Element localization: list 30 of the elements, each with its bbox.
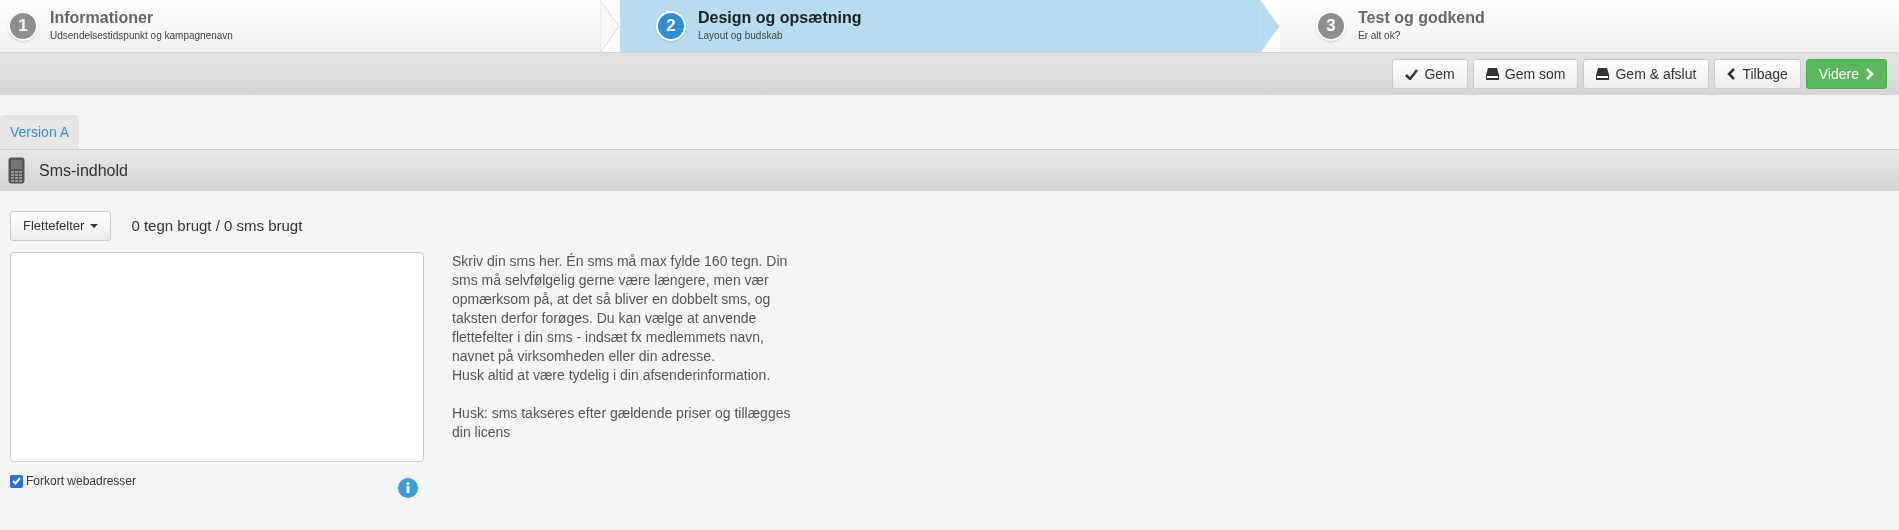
step-number: 1: [8, 11, 38, 41]
step-title: Test og godkend: [1358, 8, 1485, 28]
drive-icon: [1596, 68, 1610, 80]
chevron-right-icon: [1865, 68, 1874, 80]
sms-text-field[interactable]: [10, 252, 424, 462]
character-counter: 0 tegn brugt / 0 sms brugt: [131, 215, 303, 236]
chevron-left-icon: [1727, 68, 1737, 80]
drive-icon: [1485, 68, 1499, 80]
toolbar-button[interactable]: Gem: [1392, 59, 1468, 89]
toolbar-button[interactable]: Gem & afslut: [1583, 59, 1710, 89]
step-subtitle: Er alt ok?: [1358, 29, 1402, 43]
help-text: Skriv din sms her. Én sms må max fylde 160 tegn. Din sms må selvfølgelig gerne være længere, men vær opmærksom på, at det så bliver en dobbelt sms, og taksten derfor forøges. Du kan vælge at anvende flettefelter i din sms - indsæt fx medlemmets navn, navnet på virksomheden eller din adresse.: [452, 252, 789, 366]
checkbox-label: Forkort webadresser: [26, 473, 137, 490]
step-number: 3: [1316, 11, 1346, 41]
check-icon: [1405, 68, 1419, 80]
help-text: Husk altid at være tydelig i din afsenderinformation.: [452, 366, 772, 385]
step-number: 2: [656, 11, 686, 41]
info-icon[interactable]: [398, 478, 418, 498]
step-title: Design og opsætning: [698, 8, 862, 28]
step-title: Informationer: [50, 8, 155, 28]
toolbar-button[interactable]: Tilbage: [1714, 59, 1801, 89]
section-title: Sms-indhold: [39, 160, 128, 181]
help-text: Husk: sms takseres efter gældende priser og tillægges din licens: [452, 404, 792, 442]
toolbar-button[interactable]: Gem som: [1472, 59, 1579, 89]
merge-fields-dropdown[interactable]: Flettefelter: [10, 211, 112, 241]
caret-icon: [90, 224, 99, 228]
mobile-phone-icon: [8, 157, 25, 184]
checkbox[interactable]: [10, 474, 23, 488]
step-subtitle: Udsendelsestidspunkt og kampagnenavn: [50, 29, 233, 43]
step-subtitle: Layout og budskab: [698, 29, 784, 43]
